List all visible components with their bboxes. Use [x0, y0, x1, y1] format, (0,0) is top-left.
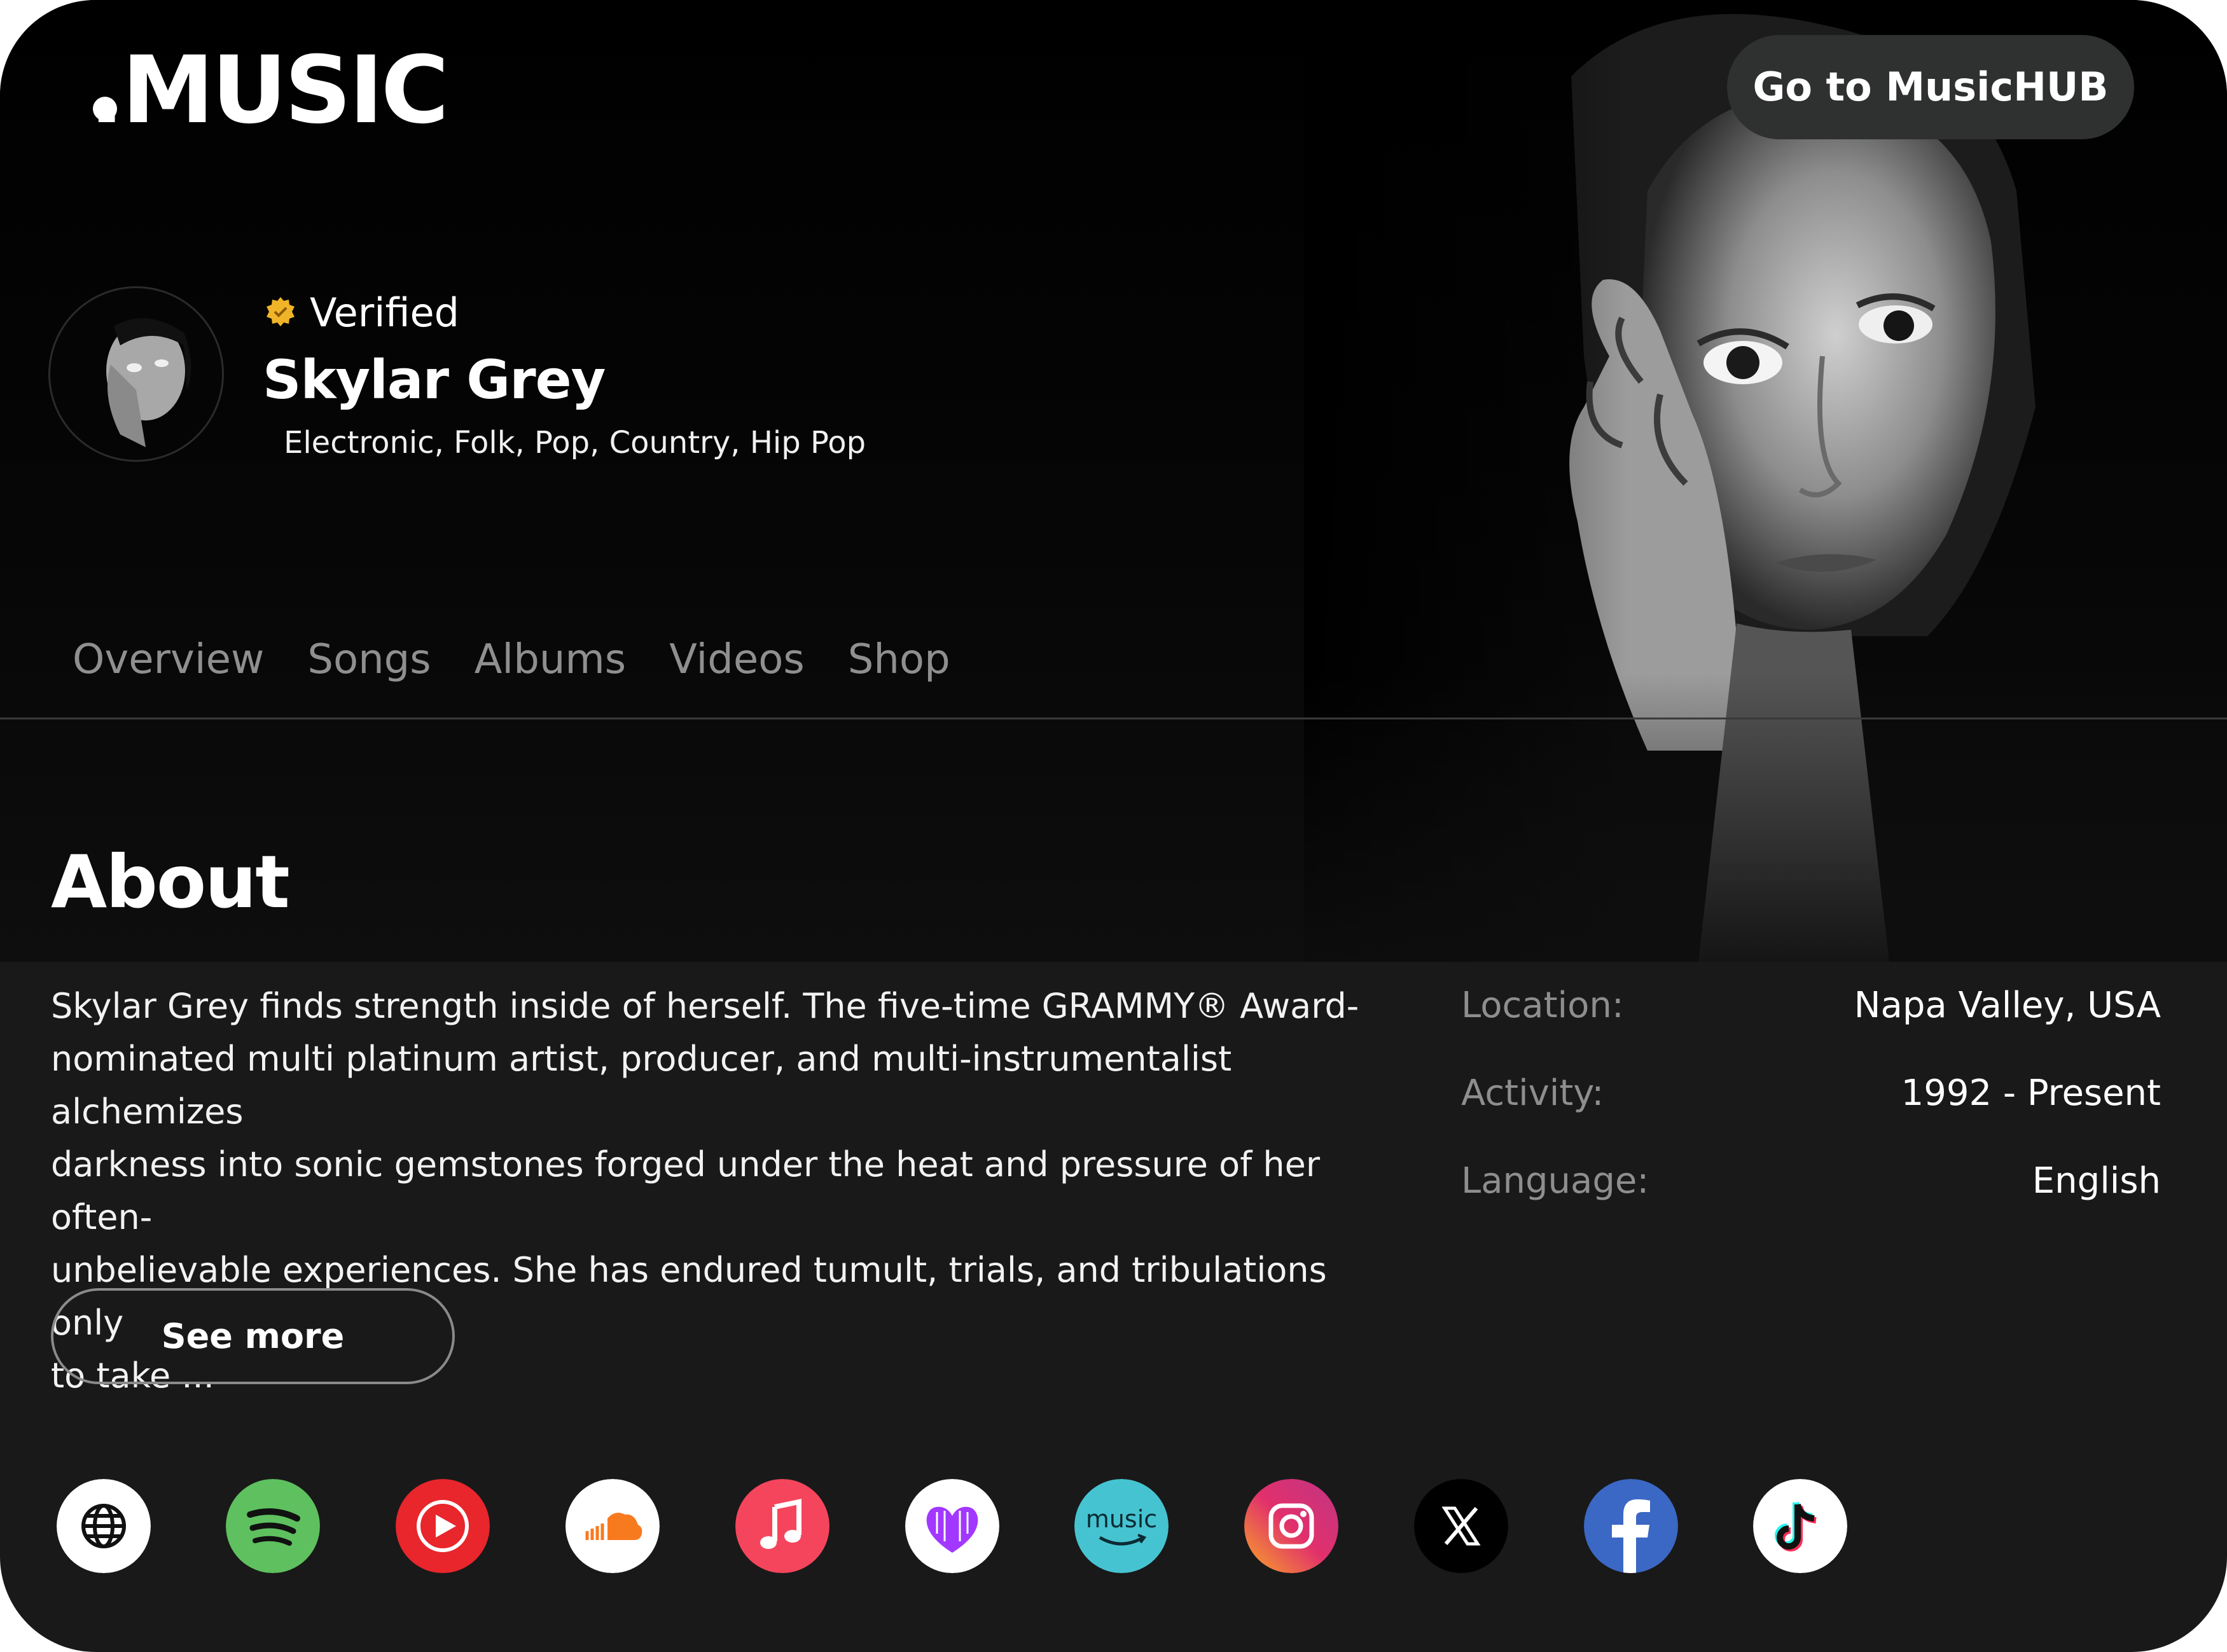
amazon-music-icon[interactable]: music [1074, 1479, 1169, 1573]
tab-videos[interactable]: Videos [669, 636, 805, 683]
soundcloud-icon[interactable] [565, 1479, 660, 1573]
verified-badge: Verified [264, 285, 459, 340]
facebook-icon[interactable] [1584, 1479, 1678, 1573]
artist-tabs: Overview Songs Albums Videos Shop [73, 636, 994, 683]
detail-value: 1992 - Present [1901, 1072, 2161, 1114]
artist-name: Skylar Grey [263, 349, 606, 411]
detail-value: English [2032, 1160, 2161, 1202]
detail-location: Location: Napa Valley, USA [1461, 985, 2161, 1036]
deezer-icon[interactable] [905, 1479, 999, 1573]
instagram-icon[interactable] [1244, 1479, 1338, 1573]
bio-line: nominated multi platinum artist, produce… [51, 1039, 1232, 1132]
detail-label: Language: [1461, 1160, 1649, 1202]
bio-line: Skylar Grey finds strength inside of her… [51, 986, 1359, 1026]
tab-songs[interactable]: Songs [307, 636, 431, 683]
detail-activity: Activity: 1992 - Present [1461, 1072, 2161, 1123]
go-to-musichub-button[interactable]: Go to MusicHUB [1727, 35, 2134, 139]
see-more-button[interactable]: See more [51, 1288, 455, 1384]
verified-icon [267, 297, 295, 326]
tab-divider [0, 718, 2227, 719]
verified-label: Verified [310, 289, 460, 336]
tab-overview[interactable]: Overview [73, 636, 264, 683]
detail-language: Language: English [1461, 1160, 2161, 1211]
artist-hero-photo [1304, 0, 2227, 962]
artist-hero: .MUSIC Go to MusicHUB Verified Skylar Gr… [0, 0, 2227, 962]
artist-genres: Electronic, Folk, Pop, Country, Hip Pop [284, 425, 866, 461]
apple-music-icon[interactable] [735, 1479, 829, 1573]
detail-value: Napa Valley, USA [1854, 985, 2161, 1026]
tab-shop[interactable]: Shop [848, 636, 950, 683]
artist-page: .MUSIC Go to MusicHUB Verified Skylar Gr… [0, 0, 2227, 1652]
amazon-music-wordmark: music [1086, 1505, 1157, 1533]
globe-icon[interactable] [57, 1479, 151, 1573]
tiktok-icon[interactable] [1753, 1479, 1847, 1573]
tab-albums[interactable]: Albums [475, 636, 626, 683]
x-icon[interactable] [1414, 1479, 1508, 1573]
detail-label: Activity: [1461, 1072, 1604, 1114]
spotify-icon[interactable] [226, 1479, 320, 1573]
youtube-music-icon[interactable] [396, 1479, 490, 1573]
about-heading: About [51, 840, 290, 924]
bio-line: darkness into sonic gemstones forged und… [51, 1144, 1321, 1237]
app-logo[interactable]: .MUSIC [89, 39, 449, 141]
artist-avatar [48, 286, 224, 462]
detail-label: Location: [1461, 985, 1624, 1026]
